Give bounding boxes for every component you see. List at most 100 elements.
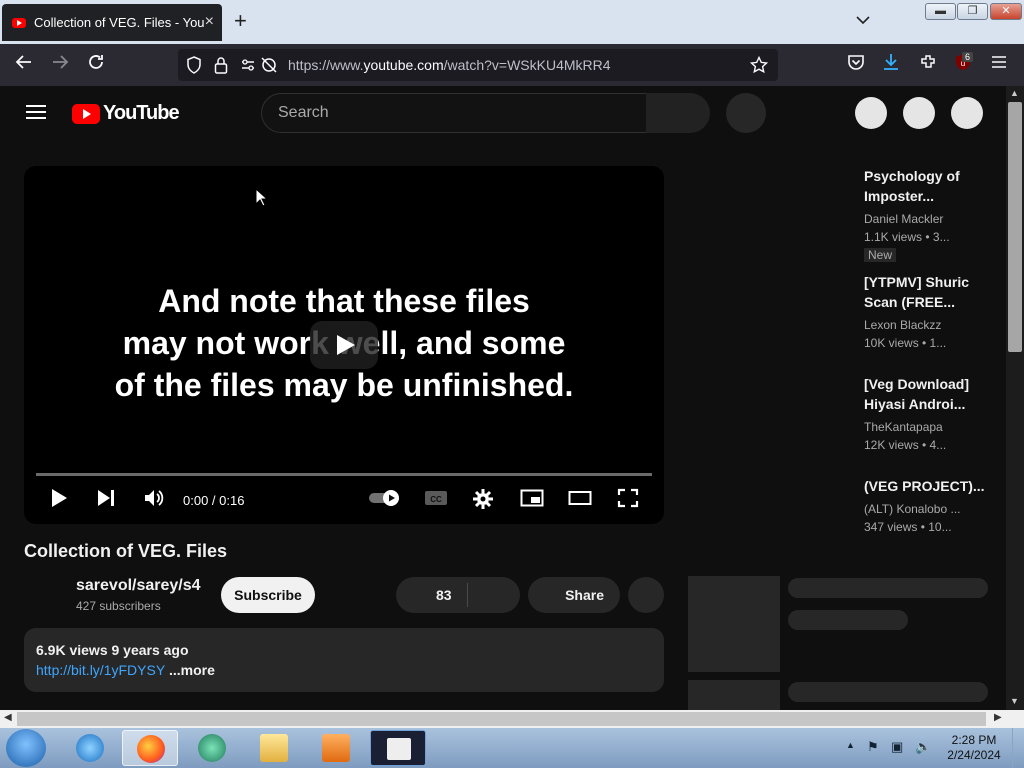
hamburger-menu-icon[interactable] bbox=[26, 105, 46, 119]
time-display: 0:00 / 0:16 bbox=[183, 493, 245, 508]
video-title: Collection of VEG. Files bbox=[24, 541, 228, 561]
clock-date: 2/24/2024 bbox=[947, 748, 1001, 762]
fullscreen-icon[interactable] bbox=[617, 488, 639, 514]
big-play-button[interactable] bbox=[310, 321, 378, 369]
account-avatar-button[interactable] bbox=[951, 97, 983, 129]
description-box[interactable]: 6.9K views 9 years ago http://bit.ly/1yF… bbox=[24, 628, 664, 692]
description-link[interactable]: http://bit.ly/1yFDYSY bbox=[36, 662, 165, 678]
extensions-icon[interactable] bbox=[919, 53, 937, 76]
miniplayer-icon[interactable] bbox=[520, 488, 544, 514]
action-center-flag-icon[interactable]: ⚑ bbox=[867, 739, 879, 755]
scroll-left-arrow-icon[interactable]: ◀ bbox=[4, 712, 12, 723]
recommendation-channel: Lexon Blackzz bbox=[864, 318, 942, 332]
recommendation-item[interactable]: [YTPMV] Shuric Scan (FREE... Lexon Black… bbox=[864, 272, 994, 352]
scroll-up-arrow-icon[interactable]: ▲ bbox=[1010, 88, 1019, 98]
channel-avatar[interactable] bbox=[24, 576, 64, 616]
notifications-button[interactable] bbox=[903, 97, 935, 129]
address-bar[interactable]: https://www.youtube.com/watch?v=WSkKU4Mk… bbox=[178, 49, 778, 81]
more-actions-button[interactable] bbox=[628, 577, 664, 613]
minimize-window-button[interactable]: ▬ bbox=[925, 3, 956, 20]
new-tab-button[interactable]: + bbox=[234, 9, 247, 33]
forward-arrow-icon[interactable] bbox=[51, 53, 69, 76]
recommendation-title[interactable]: Psychology of Imposter... bbox=[864, 166, 994, 206]
mouse-cursor-icon bbox=[255, 187, 269, 213]
horizontal-scrollbar[interactable]: ◀ ▶ bbox=[0, 710, 1024, 728]
restore-window-button[interactable]: ❐ bbox=[957, 3, 988, 20]
extension-badge: 6 bbox=[962, 52, 974, 62]
autoplay-toggle[interactable] bbox=[368, 488, 402, 514]
list-tabs-chevron-icon[interactable] bbox=[856, 12, 870, 28]
tracking-blocked-icon[interactable] bbox=[260, 56, 278, 79]
recommendation-title[interactable]: [Veg Download] Hiyasi Androi... bbox=[864, 374, 994, 414]
video-player[interactable]: And note that these files may not work w… bbox=[24, 166, 664, 524]
recommendation-channel: TheKantapapa bbox=[864, 420, 943, 434]
pocket-icon[interactable] bbox=[847, 53, 865, 76]
youtube-logo-icon[interactable] bbox=[72, 104, 100, 124]
close-window-button[interactable]: ✕ bbox=[990, 3, 1022, 20]
downloads-icon[interactable] bbox=[882, 53, 900, 76]
permissions-icon[interactable] bbox=[240, 57, 256, 78]
youtube-favicon-icon bbox=[12, 17, 26, 28]
recommendation-meta: 347 views • 10... bbox=[864, 520, 952, 534]
show-more-link[interactable]: ...more bbox=[169, 662, 215, 678]
svg-text:CC: CC bbox=[430, 495, 442, 504]
vertical-scroll-thumb[interactable] bbox=[1008, 102, 1022, 352]
show-desktop-button[interactable] bbox=[1012, 728, 1024, 768]
media-player-icon bbox=[322, 734, 350, 762]
create-button[interactable] bbox=[855, 97, 887, 129]
volume-icon[interactable] bbox=[143, 488, 165, 514]
skeleton-thumbnail bbox=[688, 680, 780, 712]
url-text[interactable]: https://www.youtube.com/watch?v=WSkKU4Mk… bbox=[288, 57, 611, 73]
skeleton-thumbnail bbox=[688, 576, 780, 672]
next-icon[interactable] bbox=[96, 488, 116, 514]
recommendation-title[interactable]: (VEG PROJECT)... bbox=[864, 476, 994, 496]
bookmark-star-icon[interactable] bbox=[749, 55, 769, 79]
close-tab-icon[interactable]: × bbox=[205, 13, 214, 31]
captions-icon[interactable]: CC bbox=[424, 488, 448, 514]
app-menu-icon[interactable] bbox=[991, 53, 1007, 75]
like-dislike-button[interactable]: 83 bbox=[396, 577, 520, 613]
search-button[interactable] bbox=[646, 93, 710, 133]
start-button[interactable] bbox=[6, 729, 46, 767]
youtube-logo-text[interactable]: YouTube bbox=[103, 102, 180, 125]
back-arrow-icon[interactable] bbox=[15, 53, 33, 76]
theater-mode-icon[interactable] bbox=[568, 488, 592, 514]
recommendation-title[interactable]: [YTPMV] Shuric Scan (FREE... bbox=[864, 272, 994, 312]
network-icon[interactable]: ▣ bbox=[891, 739, 903, 755]
taskbar-media[interactable] bbox=[308, 730, 364, 766]
taskbar-vegas[interactable] bbox=[370, 730, 426, 766]
volume-muted-icon[interactable]: 🔈 bbox=[915, 739, 931, 755]
play-icon[interactable] bbox=[50, 488, 68, 514]
reload-icon[interactable] bbox=[87, 53, 105, 76]
recommendation-channel: (ALT) Konalobo ... bbox=[864, 502, 961, 516]
recommendation-item[interactable]: Psychology of Imposter... Daniel Mackler… bbox=[864, 166, 994, 264]
app-icon bbox=[198, 734, 226, 762]
progress-bar[interactable] bbox=[36, 473, 652, 476]
taskbar-internet-explorer[interactable] bbox=[62, 730, 118, 766]
vertical-scrollbar[interactable]: ▲ ▼ bbox=[1006, 86, 1024, 712]
firefox-icon bbox=[137, 735, 165, 763]
url-path: /watch?v=WSkKU4MkRR4 bbox=[443, 57, 611, 73]
scroll-down-arrow-icon[interactable]: ▼ bbox=[1010, 696, 1019, 706]
subscribe-button[interactable]: Subscribe bbox=[221, 577, 315, 613]
system-clock[interactable]: 2:28 PM 2/24/2024 bbox=[946, 733, 1002, 763]
scroll-right-arrow-icon[interactable]: ▶ bbox=[994, 712, 1002, 723]
browser-tab[interactable]: Collection of VEG. Files - YouTube × bbox=[2, 4, 222, 41]
taskbar-explorer[interactable] bbox=[246, 730, 302, 766]
subscriber-count: 427 subscribers bbox=[76, 599, 161, 613]
settings-gear-icon[interactable] bbox=[472, 488, 494, 516]
show-hidden-icons-icon[interactable]: ▲ bbox=[846, 740, 855, 750]
shield-icon[interactable] bbox=[186, 56, 202, 79]
windows-taskbar: ▲ ⚑ ▣ 🔈 2:28 PM 2/24/2024 bbox=[0, 728, 1024, 768]
browser-nav-bar: https://www.youtube.com/watch?v=WSkKU4Mk… bbox=[0, 44, 1024, 86]
horizontal-scroll-thumb[interactable] bbox=[17, 712, 986, 726]
lock-icon[interactable] bbox=[214, 56, 228, 79]
taskbar-app[interactable] bbox=[184, 730, 240, 766]
search-input[interactable]: Search bbox=[261, 93, 647, 133]
taskbar-firefox[interactable] bbox=[122, 730, 178, 766]
share-button[interactable]: Share bbox=[528, 577, 620, 613]
recommendation-item[interactable]: [Veg Download] Hiyasi Androi... TheKanta… bbox=[864, 374, 994, 454]
voice-search-button[interactable] bbox=[726, 93, 766, 133]
recommendation-item[interactable]: (VEG PROJECT)... (ALT) Konalobo ... 347 … bbox=[864, 476, 994, 536]
channel-name[interactable]: sarevol/sarey/s4 bbox=[76, 577, 201, 595]
